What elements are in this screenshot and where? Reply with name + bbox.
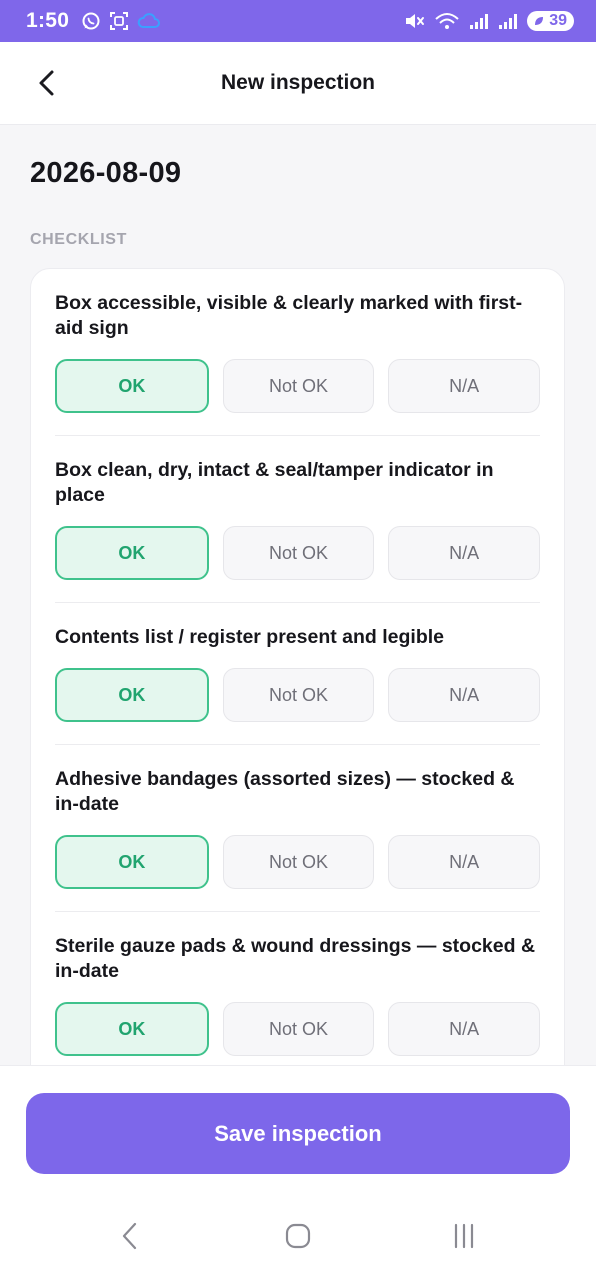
home-nav-icon (285, 1223, 311, 1249)
checklist-item-text: Sterile gauze pads & wound dressings — s… (55, 935, 536, 982)
checklist-item-text: Box clean, dry, intact & seal/tamper ind… (55, 459, 494, 506)
status-time: 1:50 (26, 9, 70, 32)
system-nav-bar (0, 1191, 596, 1280)
battery-level: 39 (549, 12, 567, 29)
na-option-button[interactable]: N/A (388, 1002, 541, 1056)
ok-option-button[interactable]: OK (55, 668, 209, 722)
option-group: OK Not OK N/A (55, 526, 541, 580)
screenshot-icon (109, 11, 129, 31)
option-group: OK Not OK N/A (55, 359, 541, 413)
na-option-button[interactable]: N/A (388, 835, 541, 889)
checklist-card: Box accessible, visible & clearly marked… (30, 268, 565, 1065)
inspection-date: 2026-08-09 (30, 157, 182, 189)
ok-option-button[interactable]: OK (55, 835, 209, 889)
cloud-icon (137, 12, 161, 30)
option-group: OK Not OK N/A (55, 668, 541, 722)
back-button[interactable] (28, 64, 64, 102)
checklist-item-text: Adhesive bandages (assorted sizes) — sto… (55, 768, 515, 815)
not-ok-option-button[interactable]: Not OK (222, 1002, 375, 1056)
na-option-button[interactable]: N/A (388, 359, 541, 413)
nav-recents-button[interactable] (444, 1217, 484, 1255)
nav-home-button[interactable] (278, 1217, 318, 1255)
status-right: 39 (403, 11, 574, 31)
status-bar: 1:50 39 (0, 0, 596, 42)
not-ok-option-button[interactable]: Not OK (222, 835, 375, 889)
content-scroll-area[interactable]: 2026-08-09 CHECKLIST Box accessible, vis… (0, 125, 596, 1065)
chevron-left-icon (39, 70, 54, 96)
not-ok-option-button[interactable]: Not OK (222, 359, 375, 413)
nav-back-button[interactable] (110, 1217, 150, 1255)
signal-icon (498, 12, 518, 30)
ok-option-button[interactable]: OK (55, 359, 209, 413)
checklist-item: Box accessible, visible & clearly marked… (55, 269, 541, 436)
wifi-icon (434, 11, 460, 31)
app-header: New inspection (0, 42, 596, 125)
mute-icon (403, 11, 425, 31)
ok-option-button[interactable]: OK (55, 1002, 209, 1056)
recents-nav-icon (454, 1223, 474, 1249)
checklist-item-text: Box accessible, visible & clearly marked… (55, 292, 523, 339)
na-option-button[interactable]: N/A (388, 668, 541, 722)
ok-option-button[interactable]: OK (55, 526, 209, 580)
checklist-item: Sterile gauze pads & wound dressings — s… (55, 912, 541, 1065)
option-group: OK Not OK N/A (55, 1002, 541, 1056)
na-option-button[interactable]: N/A (388, 526, 541, 580)
signal-icon (469, 12, 489, 30)
option-group: OK Not OK N/A (55, 835, 541, 889)
status-left: 1:50 (26, 9, 161, 33)
save-inspection-button[interactable]: Save inspection (26, 1093, 570, 1174)
whatsapp-icon (81, 11, 101, 31)
checklist-item: Box clean, dry, intact & seal/tamper ind… (55, 436, 541, 603)
battery-icon: 39 (527, 11, 574, 31)
page-title: New inspection (220, 71, 376, 94)
checklist-item: Contents list / register present and leg… (55, 603, 541, 745)
checklist-item: Adhesive bandages (assorted sizes) — sto… (55, 745, 541, 912)
not-ok-option-button[interactable]: Not OK (222, 526, 375, 580)
not-ok-option-button[interactable]: Not OK (222, 668, 375, 722)
checklist-item-text: Contents list / register present and leg… (55, 626, 445, 648)
footer-bar: Save inspection (0, 1065, 596, 1192)
back-nav-icon (122, 1222, 137, 1250)
battery-leaf-icon (535, 17, 544, 25)
section-label: CHECKLIST (30, 231, 127, 248)
